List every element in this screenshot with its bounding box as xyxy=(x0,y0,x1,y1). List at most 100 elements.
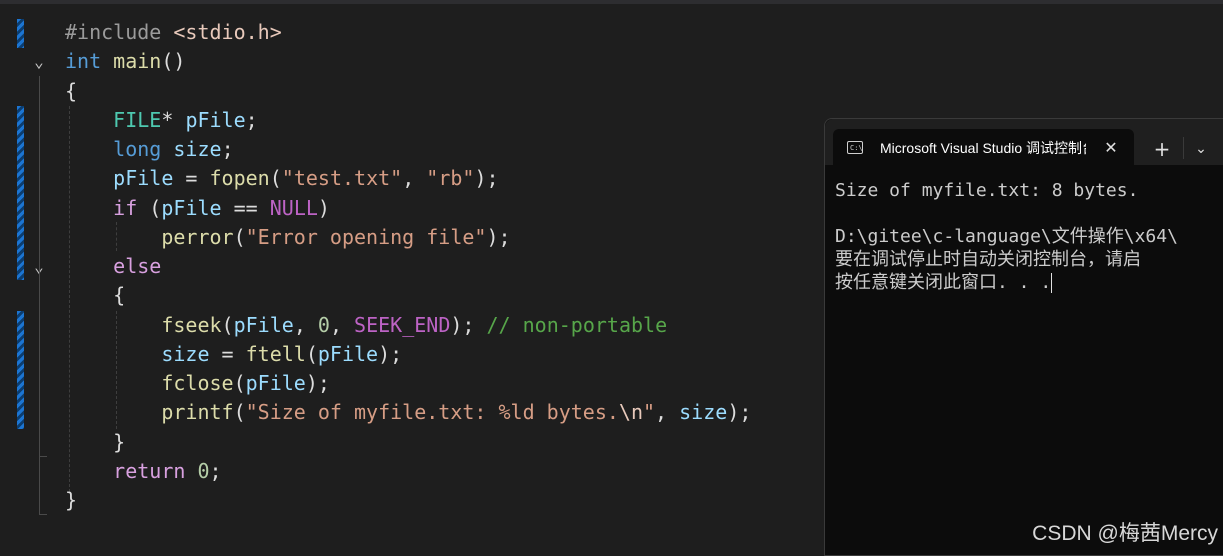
code-line[interactable]: pFile = fopen("test.txt", "rb"); xyxy=(65,164,499,193)
debug-console-window[interactable]: C:\ Microsoft Visual Studio 调试控制台 ✕ + ⌄ … xyxy=(824,118,1223,556)
code-token: , xyxy=(655,400,680,424)
plus-icon[interactable]: + xyxy=(1150,137,1174,161)
code-token: ( xyxy=(269,166,282,190)
chevron-down-icon[interactable]: ⌄ xyxy=(1189,137,1213,161)
console-tab-title: Microsoft Visual Studio 调试控制台 xyxy=(880,140,1086,156)
code-token: { xyxy=(65,79,78,103)
code-token: ( xyxy=(137,196,162,220)
code-line[interactable]: FILE* pFile; xyxy=(65,106,258,135)
code-token: ); xyxy=(474,166,499,190)
titlebar-divider xyxy=(1183,137,1184,159)
console-line-text: 按任意键关闭此窗口. . . xyxy=(835,272,1052,293)
code-token: // non-portable xyxy=(486,313,668,337)
code-token: printf xyxy=(161,400,234,424)
code-token: NULL xyxy=(269,196,318,220)
code-line[interactable]: perror("Error opening file"); xyxy=(65,223,511,252)
code-line[interactable]: else xyxy=(65,252,161,281)
code-token: fclose xyxy=(161,371,234,395)
fold-region-line xyxy=(39,282,40,456)
code-line[interactable]: long size; xyxy=(65,135,233,164)
console-line: 按任意键关闭此窗口. . . xyxy=(835,271,1053,294)
fold-region-end xyxy=(39,456,47,457)
console-line: 要在调试停止时自动关闭控制台，请启 xyxy=(835,249,1141,270)
code-line[interactable]: #include <stdio.h> xyxy=(65,18,282,47)
change-indicator xyxy=(17,106,24,280)
code-token: return xyxy=(113,459,186,483)
code-token: ; xyxy=(209,459,222,483)
code-token: "Size of myfile.txt: %ld bytes. xyxy=(245,400,619,424)
code-token: = xyxy=(173,166,210,190)
code-line[interactable]: fseek(pFile, 0, SEEK_END); // non-portab… xyxy=(65,311,667,340)
code-token: FILE xyxy=(113,108,162,132)
code-token: \n xyxy=(618,400,643,424)
change-indicator xyxy=(17,311,24,429)
fold-main-icon[interactable]: ⌄ xyxy=(30,53,48,71)
code-token: , xyxy=(402,166,427,190)
code-token: ; xyxy=(245,108,258,132)
code-token: <stdio.h> xyxy=(173,20,282,44)
code-line[interactable]: return 0; xyxy=(65,457,222,486)
close-icon[interactable]: ✕ xyxy=(1100,137,1122,159)
code-line[interactable]: } xyxy=(65,486,77,515)
code-token: ( xyxy=(233,400,246,424)
code-line[interactable]: { xyxy=(65,281,125,310)
code-token: , xyxy=(293,313,318,337)
code-token: if xyxy=(113,196,138,220)
code-token: ( xyxy=(233,371,246,395)
code-token: ); xyxy=(378,342,403,366)
code-token: pFile xyxy=(317,342,379,366)
code-token: long xyxy=(113,137,162,161)
code-token: ); xyxy=(305,371,330,395)
code-token: 0 xyxy=(317,313,330,337)
change-indicator xyxy=(17,19,24,48)
code-line[interactable]: } xyxy=(65,428,125,457)
code-token: * xyxy=(161,108,186,132)
code-token: "Error opening file" xyxy=(245,225,487,249)
code-token: } xyxy=(65,488,78,512)
code-token: , xyxy=(329,313,355,337)
code-line[interactable]: fclose(pFile); xyxy=(65,369,330,398)
code-token: ( xyxy=(233,225,246,249)
code-line[interactable]: if (pFile == NULL) xyxy=(65,194,330,223)
code-token: ) xyxy=(317,196,330,220)
code-token: pFile xyxy=(185,108,246,132)
code-token: "rb" xyxy=(426,166,475,190)
console-output[interactable]: Size of myfile.txt: 8 bytes. D:\gitee\c-… xyxy=(825,165,1223,555)
code-line[interactable]: printf("Size of myfile.txt: %ld bytes.\n… xyxy=(65,398,751,427)
code-token: () xyxy=(161,49,186,73)
code-token: perror xyxy=(161,225,234,249)
code-token: SEEK_END xyxy=(354,313,451,337)
code-token: fseek xyxy=(161,313,222,337)
console-icon: C:\ xyxy=(847,141,863,154)
code-line[interactable]: size = ftell(pFile); xyxy=(65,340,402,369)
code-line[interactable]: { xyxy=(65,77,77,106)
code-token: #include xyxy=(65,20,174,44)
code-token: } xyxy=(65,430,126,454)
code-token: == xyxy=(221,196,270,220)
code-token: fopen xyxy=(209,166,270,190)
code-token: "test.txt" xyxy=(281,166,403,190)
code-token: " xyxy=(643,400,656,424)
code-token: 0 xyxy=(197,459,210,483)
code-token: ( xyxy=(221,313,234,337)
code-token: pFile xyxy=(161,196,222,220)
code-token: ); xyxy=(486,225,511,249)
code-line[interactable]: int main() xyxy=(65,47,185,76)
console-titlebar[interactable]: C:\ Microsoft Visual Studio 调试控制台 ✕ + ⌄ xyxy=(825,119,1223,165)
code-token: size xyxy=(679,400,728,424)
code-token: pFile xyxy=(245,371,306,395)
console-line: D:\gitee\c-language\文件操作\x64\ xyxy=(835,226,1178,247)
console-tab[interactable]: C:\ Microsoft Visual Studio 调试控制台 ✕ xyxy=(833,129,1134,165)
